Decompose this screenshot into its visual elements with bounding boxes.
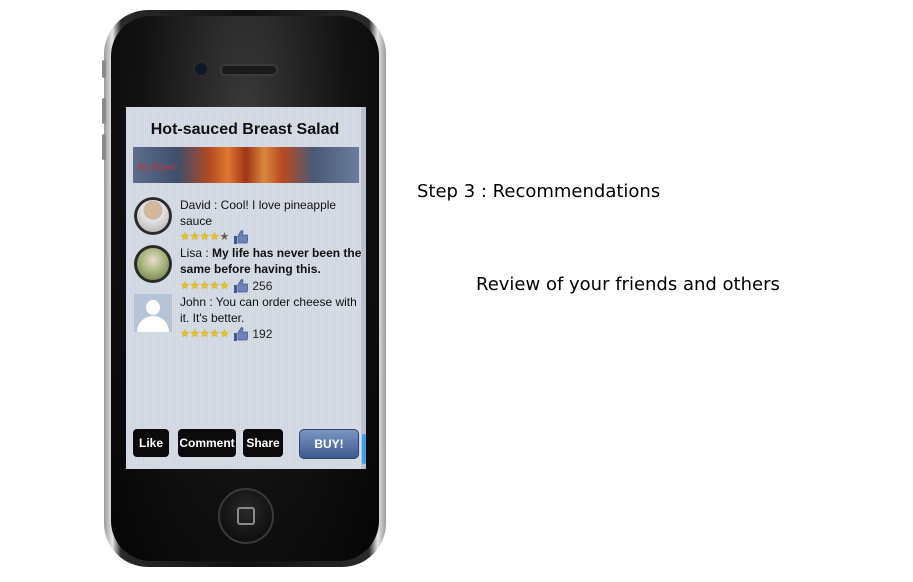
review-meta: ★ ★ ★ ★ ★ xyxy=(180,230,252,244)
phone-frame: Hot-sauced Breast Salad By Kiyeo David :… xyxy=(102,10,386,567)
star-icon: ★ xyxy=(219,328,230,340)
avatar-placeholder[interactable] xyxy=(134,294,172,332)
review-comment: David : Cool! I love pineapple sauce xyxy=(180,198,337,228)
star-icon: ★ xyxy=(189,328,200,340)
share-button[interactable]: Share xyxy=(243,429,283,457)
review-comment: John : You can order cheese with it. It'… xyxy=(180,295,357,325)
star-icon: ★ xyxy=(199,328,210,340)
review-item-david: David : Cool! I love pineapple sauce ★ ★ ★… xyxy=(134,197,366,244)
like-button[interactable]: Like xyxy=(133,429,169,457)
review-meta: ★ ★ ★ ★ ★ 256 xyxy=(180,279,272,293)
review-text: Lisa : My life has never been the same b… xyxy=(180,245,366,277)
star-empty-icon: ★ xyxy=(219,231,230,243)
avatar[interactable] xyxy=(134,245,172,283)
review-meta: ★ ★ ★ ★ ★ 192 xyxy=(180,327,272,341)
scroll-indicator[interactable] xyxy=(362,434,366,464)
buy-button[interactable]: BUY! xyxy=(299,429,359,459)
star-icon: ★ xyxy=(209,231,220,243)
star-icon: ★ xyxy=(180,328,190,340)
like-count: 256 xyxy=(252,279,273,293)
star-icon: ★ xyxy=(189,231,200,243)
recipe-title: Hot-sauced Breast Salad xyxy=(150,121,340,138)
star-icon: ★ xyxy=(219,280,230,292)
banner-watermark: By Kiyeo xyxy=(137,163,177,173)
mute-switch xyxy=(102,60,106,78)
comment-button[interactable]: Comment xyxy=(178,429,236,457)
step-subtitle: Review of your friends and others xyxy=(476,274,780,295)
thumbs-up-icon[interactable] xyxy=(234,230,249,244)
star-icon: ★ xyxy=(180,231,190,243)
volume-down-button xyxy=(102,134,106,160)
home-button[interactable] xyxy=(218,488,274,544)
review-item-john: John : You can order cheese with it. It'… xyxy=(134,294,364,342)
review-text: David : Cool! I love pineapple sauce xyxy=(180,197,366,229)
thumbs-up-icon[interactable] xyxy=(234,279,249,293)
star-icon: ★ xyxy=(199,280,210,292)
step-caption: Step 3 : Recommendations xyxy=(417,181,661,202)
app-screen: Hot-sauced Breast Salad By Kiyeo David :… xyxy=(126,107,366,469)
volume-up-button xyxy=(102,98,106,124)
review-text: John : You can order cheese with it. It'… xyxy=(180,294,366,326)
front-camera xyxy=(193,61,209,77)
like-count: 192 xyxy=(252,327,273,341)
screen-scroll-track xyxy=(361,107,366,469)
avatar[interactable] xyxy=(134,197,172,235)
earpiece-speaker xyxy=(220,64,278,76)
star-icon: ★ xyxy=(180,280,190,292)
home-square-icon xyxy=(237,507,255,525)
review-author: Lisa : xyxy=(180,246,213,260)
star-icon: ★ xyxy=(189,280,200,292)
star-icon: ★ xyxy=(199,231,210,243)
star-icon: ★ xyxy=(209,280,220,292)
star-icon: ★ xyxy=(209,328,220,340)
recipe-banner-image: By Kiyeo xyxy=(133,147,359,183)
review-item-lisa: Lisa : My life has never been the same b… xyxy=(134,245,364,293)
thumbs-up-icon[interactable] xyxy=(234,327,249,341)
